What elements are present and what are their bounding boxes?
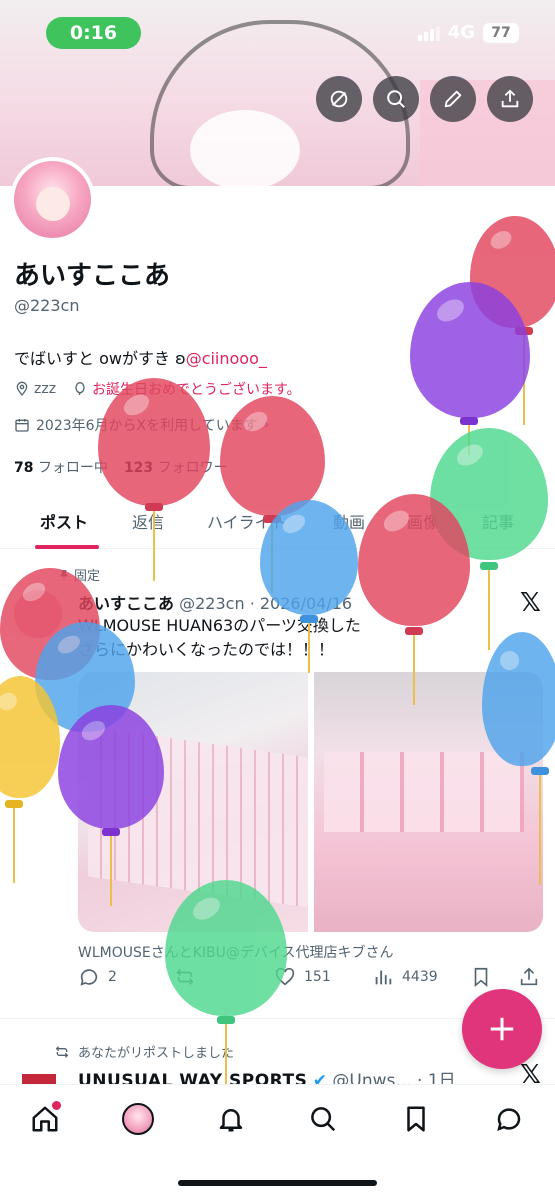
- balloon-blue: [260, 500, 358, 615]
- status-time: 0:16: [46, 17, 141, 49]
- nav-home[interactable]: [25, 1099, 65, 1139]
- balloon-red: [220, 396, 325, 516]
- balloon-red: [98, 378, 210, 506]
- bell-icon: [219, 1109, 243, 1132]
- hide-icon: [330, 90, 348, 108]
- location-pin-icon: [16, 381, 28, 397]
- battery-icon: 77: [483, 22, 519, 43]
- banner-art-paw: [190, 110, 300, 186]
- repost-note: あなたがリポストしました: [54, 1042, 234, 1061]
- bookmark-button[interactable]: [470, 966, 492, 988]
- following-link[interactable]: 78 フォロー中: [14, 457, 108, 477]
- nav-search[interactable]: [303, 1099, 343, 1139]
- balloon-green: [165, 880, 287, 1016]
- edit-icon: [444, 90, 462, 108]
- profile-handle: @223cn: [14, 296, 80, 315]
- calendar-icon: [15, 419, 29, 432]
- nav-notifications[interactable]: [211, 1099, 251, 1139]
- reply-icon: [80, 969, 98, 986]
- tab-posts[interactable]: ポスト: [40, 509, 88, 533]
- x-logo-icon: 𝕏: [520, 588, 541, 618]
- balloon-purple: [410, 282, 530, 418]
- search-button[interactable]: [373, 76, 419, 122]
- bio-text: でばいすと owがすき: [14, 349, 176, 368]
- bookmark-icon: [407, 1106, 425, 1132]
- location-text: zzz: [34, 381, 57, 397]
- compose-button[interactable]: [462, 989, 542, 1069]
- post-share-button[interactable]: [518, 966, 540, 988]
- profile-bio: でばいすと owがすき ʚ@ciinooo_: [14, 345, 267, 369]
- hide-button[interactable]: [316, 76, 362, 122]
- views-chart-icon: [375, 970, 392, 985]
- avatar-image: [14, 161, 91, 238]
- retweet-icon: [55, 1045, 69, 1058]
- profile-avatar[interactable]: [10, 157, 95, 242]
- nav-bookmarks[interactable]: [396, 1099, 436, 1139]
- edit-button[interactable]: [430, 76, 476, 122]
- bookmark-icon: [474, 967, 488, 988]
- bio-mention-link[interactable]: @ciinooo_: [186, 349, 267, 368]
- tab-replies[interactable]: 返信: [132, 509, 164, 533]
- profile-avatar: [122, 1103, 154, 1135]
- post-text: WLMOUSE HUAN63のパーツ交換した さらにかわいくなったのでは！！！: [78, 616, 361, 659]
- balloon-purple: [58, 705, 164, 829]
- balloon-red: [358, 494, 470, 626]
- reply-button[interactable]: 2: [78, 966, 117, 988]
- profile-name: あいすここあ: [14, 261, 171, 291]
- network-label: 4G: [447, 22, 475, 43]
- post-author-handle[interactable]: @223cn: [179, 594, 244, 613]
- search-icon: [311, 1107, 336, 1132]
- search-icon: [387, 90, 405, 108]
- active-tab-indicator: [35, 545, 99, 549]
- location: zzz: [14, 381, 56, 397]
- status-indicators: 4G 77: [417, 22, 519, 43]
- share-icon: [520, 967, 538, 986]
- home-indicator: [178, 1180, 377, 1186]
- signal-icon: [417, 25, 440, 41]
- notification-dot: [52, 1101, 61, 1110]
- balloon-blue: [482, 632, 555, 766]
- nav-profile[interactable]: [118, 1099, 158, 1139]
- plus-icon: [490, 1017, 514, 1041]
- balloon-icon: [75, 382, 85, 396]
- views-button[interactable]: 4439: [372, 966, 438, 988]
- chat-icon: [497, 1108, 521, 1132]
- bio-emoji: ʚ: [175, 349, 186, 368]
- share-icon: [501, 89, 519, 108]
- share-button[interactable]: [487, 76, 533, 122]
- post-actions: 2 151 4439: [78, 966, 543, 994]
- nav-messages[interactable]: [489, 1099, 529, 1139]
